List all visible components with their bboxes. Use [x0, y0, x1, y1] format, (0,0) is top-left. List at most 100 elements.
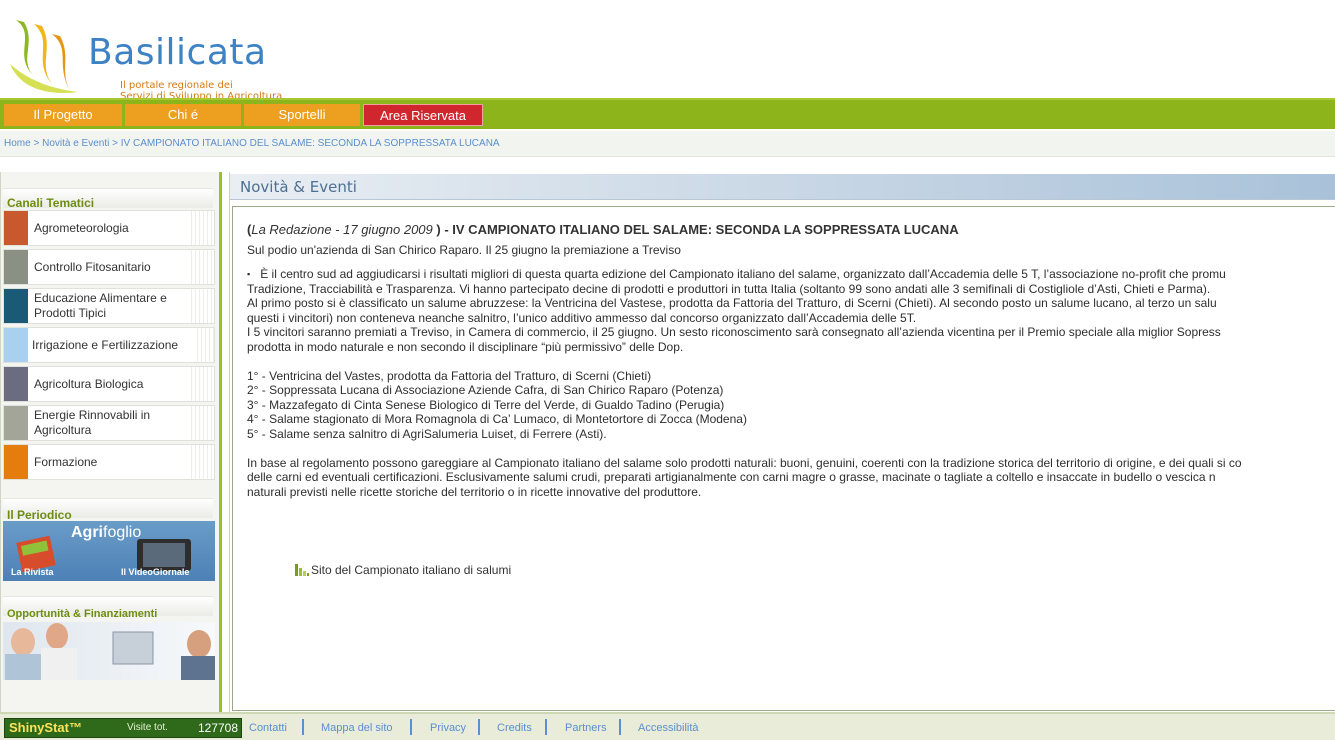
- breadcrumb: Home > Novità e Eventi > IV CAMPIONATO I…: [0, 131, 1335, 157]
- footer-link-mappa[interactable]: Mappa del sito: [321, 722, 393, 734]
- canale-agricoltura-biologica[interactable]: Agricoltura Biologica: [3, 366, 215, 402]
- ranking-item-1: 1° - Ventricina del Vastes, prodotta da …: [247, 368, 652, 383]
- link-bars-icon: [295, 564, 309, 576]
- article-p1-line6: prodotta in modo naturale e non secondo …: [247, 339, 684, 354]
- canale-label: Energie Rinnovabili in Agricoltura: [34, 408, 151, 437]
- article-p1-line4: questi i vincitori) non conteneva neanch…: [247, 310, 917, 325]
- footer-link-contatti[interactable]: Contatti: [249, 722, 287, 734]
- breadcrumb-separator: >: [112, 138, 121, 149]
- nav-chi-e[interactable]: Chi é: [125, 104, 241, 126]
- canale-color-chip: [4, 211, 28, 245]
- leaf-logo-icon: [10, 20, 78, 94]
- canale-color-chip: [4, 328, 28, 362]
- sidebar: Canali Tematici Agrometeorologia Control…: [0, 172, 222, 712]
- article-title-text: ) - IV CAMPIONATO ITALIANO DEL SALAME: S…: [436, 222, 959, 237]
- canale-stripe: [194, 328, 214, 362]
- logo-title: Basilicata: [88, 32, 267, 73]
- canale-energie-rinnovabili[interactable]: Energie Rinnovabili in Agricoltura: [3, 405, 215, 441]
- canale-stripe: [188, 289, 214, 323]
- canale-stripe: [188, 211, 214, 245]
- main-content: Novità & Eventi (La Redazione - 17 giugn…: [229, 172, 1335, 712]
- article-p2-line2: delle carni ed eventuali certificazioni.…: [247, 470, 1216, 484]
- site-logo[interactable]: Basilicata Il portale regionale dei Serv…: [6, 14, 306, 102]
- logo-subtitle-line1: Il portale regionale dei: [120, 80, 233, 91]
- videogiornale-link[interactable]: Il VideoGiornale: [121, 567, 189, 577]
- canale-color-chip: [4, 250, 28, 284]
- footer-separator: [545, 719, 547, 735]
- canale-stripe: [188, 406, 214, 440]
- breadcrumb-current[interactable]: IV CAMPIONATO ITALIANO DEL SALAME: SECON…: [121, 138, 500, 149]
- section-title-bar: Novità & Eventi: [230, 174, 1335, 200]
- nav-il-progetto[interactable]: Il Progetto: [4, 104, 122, 126]
- canale-formazione[interactable]: Formazione: [3, 444, 215, 480]
- canale-stripe: [188, 445, 214, 479]
- article: (La Redazione - 17 giugno 2009 ) - IV CA…: [247, 222, 1335, 499]
- page: Basilicata Il portale regionale dei Serv…: [0, 0, 1335, 740]
- canale-label: Agrometeorologia: [34, 220, 129, 235]
- nav-area-riservata[interactable]: Area Riservata: [363, 104, 483, 126]
- agrifoglio-banner[interactable]: Agrifoglio La Rivista Il VideoGiornale: [3, 521, 215, 581]
- ranking-item-2: 2° - Soppressata Lucana di Associazione …: [247, 383, 724, 397]
- campionato-site-link[interactable]: Sito del Campionato italiano di salumi: [295, 563, 511, 577]
- canale-stripe: [188, 367, 214, 401]
- canale-label: Controllo Fitosanitario: [34, 259, 151, 274]
- footer-link-privacy[interactable]: Privacy: [430, 722, 466, 734]
- canale-color-chip: [4, 289, 28, 323]
- footer-separator: [478, 719, 480, 735]
- section-title: Novità & Eventi: [240, 178, 357, 196]
- opportunita-title: Opportunità & Finanziamenti: [7, 608, 158, 620]
- article-p2-line1: In base al regolamento possono gareggiar…: [247, 455, 1242, 470]
- la-rivista-link[interactable]: La Rivista: [11, 567, 54, 577]
- ranking-item-5: 5° - Salame senza salnitro di AgriSalume…: [247, 426, 607, 441]
- ranking-item-3: 3° - Mazzafegato di Cinta Senese Biologi…: [247, 397, 725, 412]
- canale-agrometeorologia[interactable]: Agrometeorologia: [3, 210, 215, 246]
- footer-link-credits[interactable]: Credits: [497, 722, 532, 734]
- article-p1-line2: Tradizione, Tracciabilità e Trasparenza.…: [247, 281, 1211, 296]
- article-p1-line5: I 5 vincitori saranno premiati a Treviso…: [247, 325, 1221, 339]
- separator-glyph: >: [112, 138, 118, 149]
- shinystat-logo: ShinyStat™: [9, 720, 82, 735]
- footer-separator: [302, 719, 304, 735]
- bullet-icon: ▪: [247, 269, 251, 279]
- breadcrumb-section[interactable]: Novità e Eventi: [42, 138, 109, 149]
- canali-tematici-title: Canali Tematici: [7, 196, 95, 210]
- article-author-date: La Redazione - 17 giugno 2009: [251, 222, 433, 237]
- footer: ShinyStat™ Visite tot. 127708 Contatti M…: [0, 712, 1335, 740]
- footer-link-accessibilita[interactable]: Accessibilità: [638, 722, 699, 734]
- campionato-site-label: Sito del Campionato italiano di salumi: [311, 563, 512, 577]
- article-subtitle: Sul podio un'azienda di San Chirico Rapa…: [247, 242, 681, 257]
- canale-color-chip: [4, 367, 28, 401]
- shinystat-counter[interactable]: ShinyStat™ Visite tot. 127708: [4, 718, 242, 738]
- canale-label: Educazione Alimentare e Prodotti Tipici: [34, 291, 167, 320]
- article-box: (La Redazione - 17 giugno 2009 ) - IV CA…: [232, 206, 1335, 711]
- ranking-item-4: 4° - Salame stagionato di Mora Romagnola…: [247, 412, 747, 426]
- canale-color-chip: [4, 406, 28, 440]
- article-p1-line1: ▪ È il centro sud ad aggiudicarsi i risul…: [247, 267, 1335, 282]
- article-p2-line3: naturali previsti nelle ricette storiche…: [247, 484, 702, 499]
- people-photo-icon: [5, 623, 215, 680]
- opportunita-banner[interactable]: [3, 622, 215, 680]
- article-title: (La Redazione - 17 giugno 2009 ) - IV CA…: [247, 222, 1335, 238]
- footer-link-partners[interactable]: Partners: [565, 722, 607, 734]
- footer-separator: [619, 719, 621, 735]
- article-p1-line3: Al primo posto si è classificato un salu…: [247, 296, 1217, 310]
- periodico-title: Il Periodico: [7, 508, 72, 522]
- canale-label: Formazione: [34, 454, 98, 469]
- canale-controllo-fitosanitario[interactable]: Controllo Fitosanitario: [3, 249, 215, 285]
- article-text: È il centro sud ad aggiudicarsi i risult…: [260, 267, 1226, 281]
- canale-label: Agricoltura Biologica: [34, 376, 144, 391]
- visits-count: 127708: [197, 721, 238, 735]
- top-navigation: Il Progetto Chi é Sportelli Area Riserva…: [0, 98, 1335, 129]
- canale-educazione-alimentare[interactable]: Educazione Alimentare e Prodotti Tipici: [3, 288, 215, 324]
- footer-separator: [410, 719, 412, 735]
- canale-irrigazione[interactable]: Irrigazione e Fertilizzazione: [3, 327, 215, 363]
- nav-sportelli[interactable]: Sportelli: [244, 104, 360, 126]
- canale-stripe: [188, 250, 214, 284]
- breadcrumb-separator: >: [33, 138, 42, 149]
- canale-color-chip: [4, 445, 28, 479]
- separator-glyph: >: [33, 138, 40, 149]
- breadcrumb-home[interactable]: Home: [4, 138, 31, 149]
- visits-label: Visite tot.: [127, 722, 168, 733]
